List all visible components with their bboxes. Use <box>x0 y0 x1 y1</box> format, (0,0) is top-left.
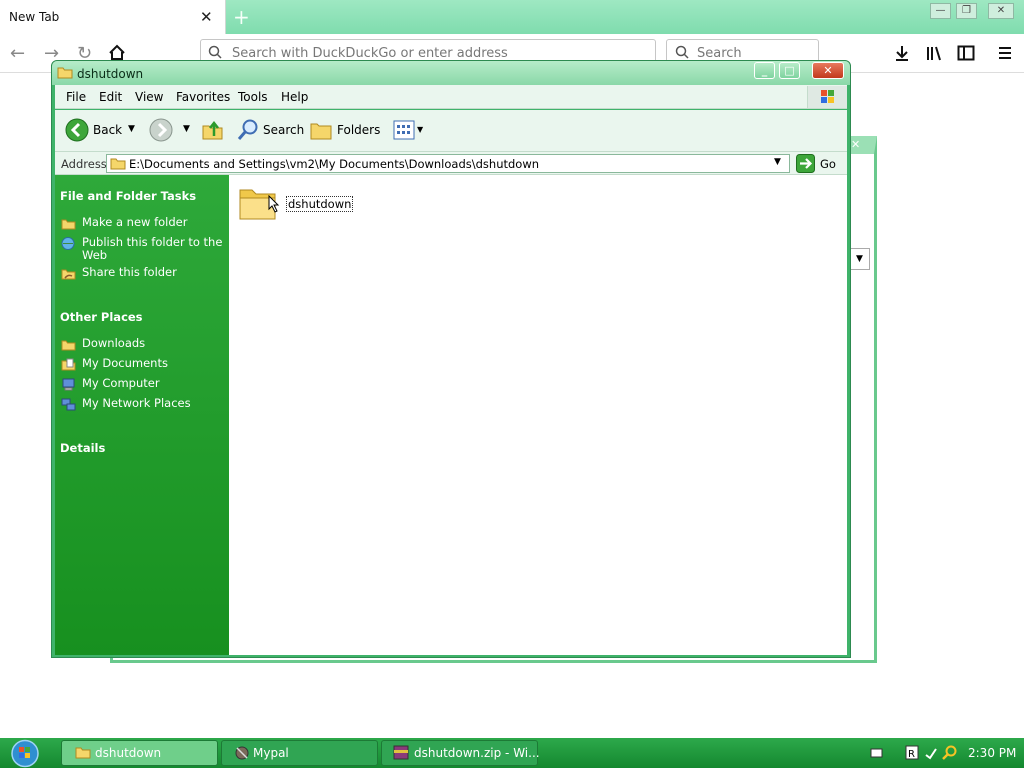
search-icon <box>675 45 689 59</box>
menu-icon[interactable] <box>997 45 1013 61</box>
new-folder-icon <box>61 219 76 230</box>
window-title: dshutdown <box>77 67 144 81</box>
explorer-titlebar[interactable] <box>52 61 850 85</box>
search-icon <box>208 45 222 59</box>
menu-view[interactable]: View <box>135 90 163 104</box>
browser-close-button[interactable]: ✕ <box>988 3 1014 19</box>
browser-minimize-button[interactable]: — <box>930 3 951 19</box>
folder-icon <box>61 340 76 351</box>
search-tray-icon[interactable] <box>942 745 957 760</box>
folder-item-label[interactable]: dshutdown <box>286 196 354 212</box>
tab-title: New Tab <box>9 10 60 24</box>
folders-icon[interactable] <box>309 119 333 141</box>
address-label: Address <box>61 157 107 171</box>
menu-edit[interactable]: Edit <box>99 90 122 104</box>
chevron-down-icon[interactable]: ▼ <box>183 124 190 134</box>
folder-icon <box>57 67 73 79</box>
maximize-button[interactable]: □ <box>779 62 800 79</box>
menu-favorites[interactable]: Favorites <box>176 90 230 104</box>
chevron-down-icon[interactable]: ▼ <box>417 125 423 134</box>
network-places-icon <box>61 398 76 411</box>
task-make-new-folder[interactable]: Make a new folder <box>82 216 224 229</box>
up-folder-icon[interactable] <box>201 118 225 142</box>
share-folder-icon <box>61 269 76 280</box>
place-my-network-places[interactable]: My Network Places <box>82 397 224 410</box>
network-tray-icon[interactable] <box>924 746 938 760</box>
back-arrow-icon[interactable]: ← <box>10 43 25 64</box>
address-value: E:\Documents and Settings\vm2\My Documen… <box>129 157 540 171</box>
place-downloads[interactable]: Downloads <box>82 337 224 350</box>
home-icon[interactable] <box>108 44 126 61</box>
download-icon[interactable] <box>893 44 911 62</box>
back-button-label[interactable]: Back <box>93 123 122 137</box>
file-list <box>229 175 847 655</box>
back-icon[interactable] <box>65 118 89 142</box>
views-icon[interactable] <box>393 120 415 140</box>
search-icon[interactable] <box>236 118 260 142</box>
tab-close-icon[interactable]: ✕ <box>200 8 213 26</box>
my-computer-icon <box>62 378 75 391</box>
new-tab-icon[interactable]: + <box>233 5 250 29</box>
browser-restore-button[interactable]: ❐ <box>956 3 977 19</box>
windows-logo-icon <box>807 86 847 108</box>
mypal-icon <box>235 746 249 760</box>
task-publish-folder[interactable]: Publish this folder to the Web <box>82 236 224 262</box>
menu-file[interactable]: File <box>66 90 86 104</box>
forward-icon[interactable] <box>149 118 173 142</box>
mouse-cursor-icon <box>268 195 280 213</box>
keyboard-icon[interactable] <box>870 746 883 759</box>
place-my-computer[interactable]: My Computer <box>82 377 224 390</box>
close-button[interactable]: ✕ <box>812 62 844 79</box>
menu-bar <box>55 85 847 109</box>
search-placeholder: Search <box>697 46 742 61</box>
archive-icon <box>393 745 409 760</box>
start-button-icon[interactable] <box>9 739 41 768</box>
section-header-other-places[interactable]: Other Places <box>60 310 143 324</box>
close-icon[interactable]: ✕ <box>851 138 860 151</box>
folders-button-label[interactable]: Folders <box>337 123 380 137</box>
menu-tools[interactable]: Tools <box>238 90 268 104</box>
toolbar <box>55 110 847 152</box>
go-arrow-icon[interactable] <box>796 154 815 173</box>
place-my-documents[interactable]: My Documents <box>82 357 224 370</box>
clock: 2:30 PM <box>968 746 1017 760</box>
my-documents-icon <box>61 358 76 371</box>
chevron-down-icon[interactable]: ▼ <box>128 124 135 134</box>
tray-app-icon[interactable]: R <box>905 745 919 760</box>
taskbar-label: dshutdown.zip - Wi... <box>414 746 540 760</box>
chevron-down-icon[interactable]: ▼ <box>774 157 781 167</box>
sidebar-icon[interactable] <box>957 45 975 61</box>
publish-web-icon <box>61 237 75 250</box>
url-placeholder: Search with DuckDuckGo or enter address <box>232 46 508 61</box>
folder-icon <box>110 158 126 170</box>
menu-help[interactable]: Help <box>281 90 308 104</box>
folder-icon <box>75 747 91 759</box>
task-share-folder[interactable]: Share this folder <box>82 266 224 279</box>
chevron-down-icon[interactable]: ▼ <box>849 248 870 270</box>
search-button-label[interactable]: Search <box>263 123 304 137</box>
taskbar-label: dshutdown <box>95 746 162 760</box>
taskbar-label: Mypal <box>253 746 289 760</box>
section-header-details[interactable]: Details <box>60 441 105 455</box>
svg-text:R: R <box>908 749 915 760</box>
minimize-button[interactable]: _ <box>754 62 775 79</box>
section-header-file-folder-tasks[interactable]: File and Folder Tasks <box>60 189 196 203</box>
library-icon[interactable] <box>925 44 943 62</box>
go-button[interactable]: Go <box>820 157 836 171</box>
